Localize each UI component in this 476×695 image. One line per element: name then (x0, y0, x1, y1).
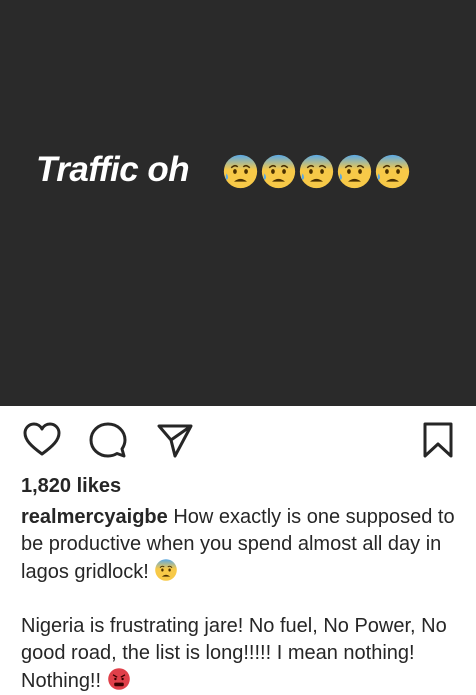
anxious-sweat-face-icon (261, 154, 296, 189)
emoji-row (222, 153, 411, 190)
post-image-text: Traffic oh (36, 150, 190, 189)
anxious-sweat-face-icon (223, 154, 258, 189)
caption-username[interactable]: realmercyaigbe (21, 506, 168, 528)
post-caption: realmercyaigbe How exactly is one suppos… (21, 504, 461, 695)
bookmark-icon[interactable] (418, 420, 458, 460)
angry-face-icon (107, 668, 130, 690)
anxious-sweat-face-icon (337, 154, 372, 189)
post-actions-bar (0, 420, 476, 460)
post-image[interactable]: Traffic oh (0, 0, 476, 406)
send-icon[interactable] (155, 420, 195, 460)
anxious-sweat-face-icon (375, 154, 410, 189)
anxious-sweat-face-icon (299, 154, 334, 189)
caption-text-line2: Nigeria is frustrating jare! No fuel, No… (21, 615, 447, 692)
heart-icon[interactable] (22, 420, 62, 460)
anxious-sweat-face-icon (155, 559, 178, 581)
comment-bubble-icon[interactable] (88, 420, 128, 460)
likes-count[interactable]: 1,820 likes (21, 475, 121, 498)
